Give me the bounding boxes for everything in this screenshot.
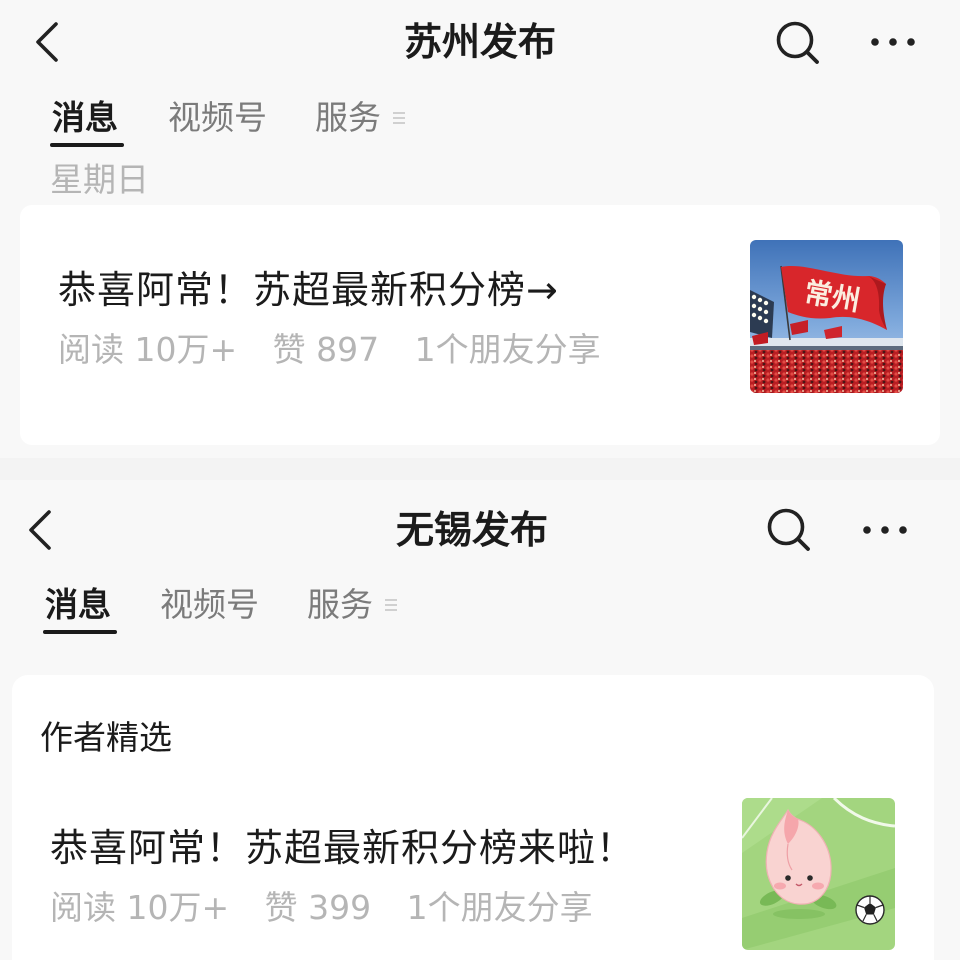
article-stats: 阅读 10万+ 赞 897 1个朋友分享 — [58, 332, 601, 368]
article-thumbnail: 常州 — [750, 240, 903, 393]
tab-channels[interactable]: 视频号 — [168, 100, 267, 136]
read-count: 阅读 10万+ — [58, 332, 238, 368]
article-thumbnail — [742, 798, 895, 950]
tab-messages[interactable]: 消息 — [45, 587, 111, 623]
menu-icon — [393, 112, 405, 124]
tab-services[interactable]: 服务 — [315, 98, 405, 137]
message-date-label: 星期日 — [50, 160, 149, 199]
like-count: 赞 399 — [264, 890, 372, 926]
article-stats: 阅读 10万+ 赞 399 1个朋友分享 — [50, 890, 593, 926]
search-icon[interactable] — [772, 17, 822, 67]
crowd — [750, 350, 903, 393]
active-tab-indicator — [43, 630, 117, 634]
search-icon[interactable] — [763, 504, 813, 554]
official-account-screen-wuxi: 无锡发布 消息 视频号 服务 作者精选 恭喜阿常！苏超最新积分榜来啦！ 阅读 1… — [0, 480, 960, 960]
tab-label: 服务 — [307, 585, 373, 624]
like-count: 赞 897 — [272, 332, 380, 368]
more-dots-icon[interactable] — [866, 36, 920, 48]
section-label: 作者精选 — [40, 718, 172, 757]
peach-football-illustration — [742, 798, 895, 950]
page: 苏州发布 消息 视频号 服务 星期日 恭喜阿常！苏超最新积分榜→ 阅读 10万+… — [0, 0, 960, 960]
tab-label: 消息 — [45, 585, 111, 624]
active-tab-indicator — [50, 143, 124, 147]
friends-shared: 1个朋友分享 — [406, 890, 593, 926]
tab-messages[interactable]: 消息 — [52, 100, 118, 136]
read-count: 阅读 10万+ — [50, 890, 230, 926]
tab-channels[interactable]: 视频号 — [160, 587, 259, 623]
tab-label: 服务 — [315, 98, 381, 137]
friends-shared: 1个朋友分享 — [414, 332, 601, 368]
tab-label: 视频号 — [160, 585, 259, 624]
more-dots-icon[interactable] — [858, 524, 912, 536]
stadium-roof — [750, 338, 903, 350]
tab-services[interactable]: 服务 — [307, 585, 397, 624]
menu-icon — [385, 599, 397, 611]
article-card[interactable]: 恭喜阿常！苏超最新积分榜→ 阅读 10万+ 赞 897 1个朋友分享 常州 — [20, 205, 940, 445]
official-account-screen-suzhou: 苏州发布 消息 视频号 服务 星期日 恭喜阿常！苏超最新积分榜→ 阅读 10万+… — [0, 0, 960, 458]
article-title: 恭喜阿常！苏超最新积分榜来啦！ — [50, 828, 636, 868]
tab-label: 消息 — [52, 98, 118, 137]
article-title: 恭喜阿常！苏超最新积分榜→ — [58, 270, 559, 310]
soccer-ball — [855, 895, 885, 925]
stadium-flag-photo: 常州 — [750, 240, 903, 393]
tab-label: 视频号 — [168, 98, 267, 137]
article-card[interactable]: 作者精选 恭喜阿常！苏超最新积分榜来啦！ 阅读 10万+ 赞 399 1个朋友分… — [12, 675, 934, 960]
